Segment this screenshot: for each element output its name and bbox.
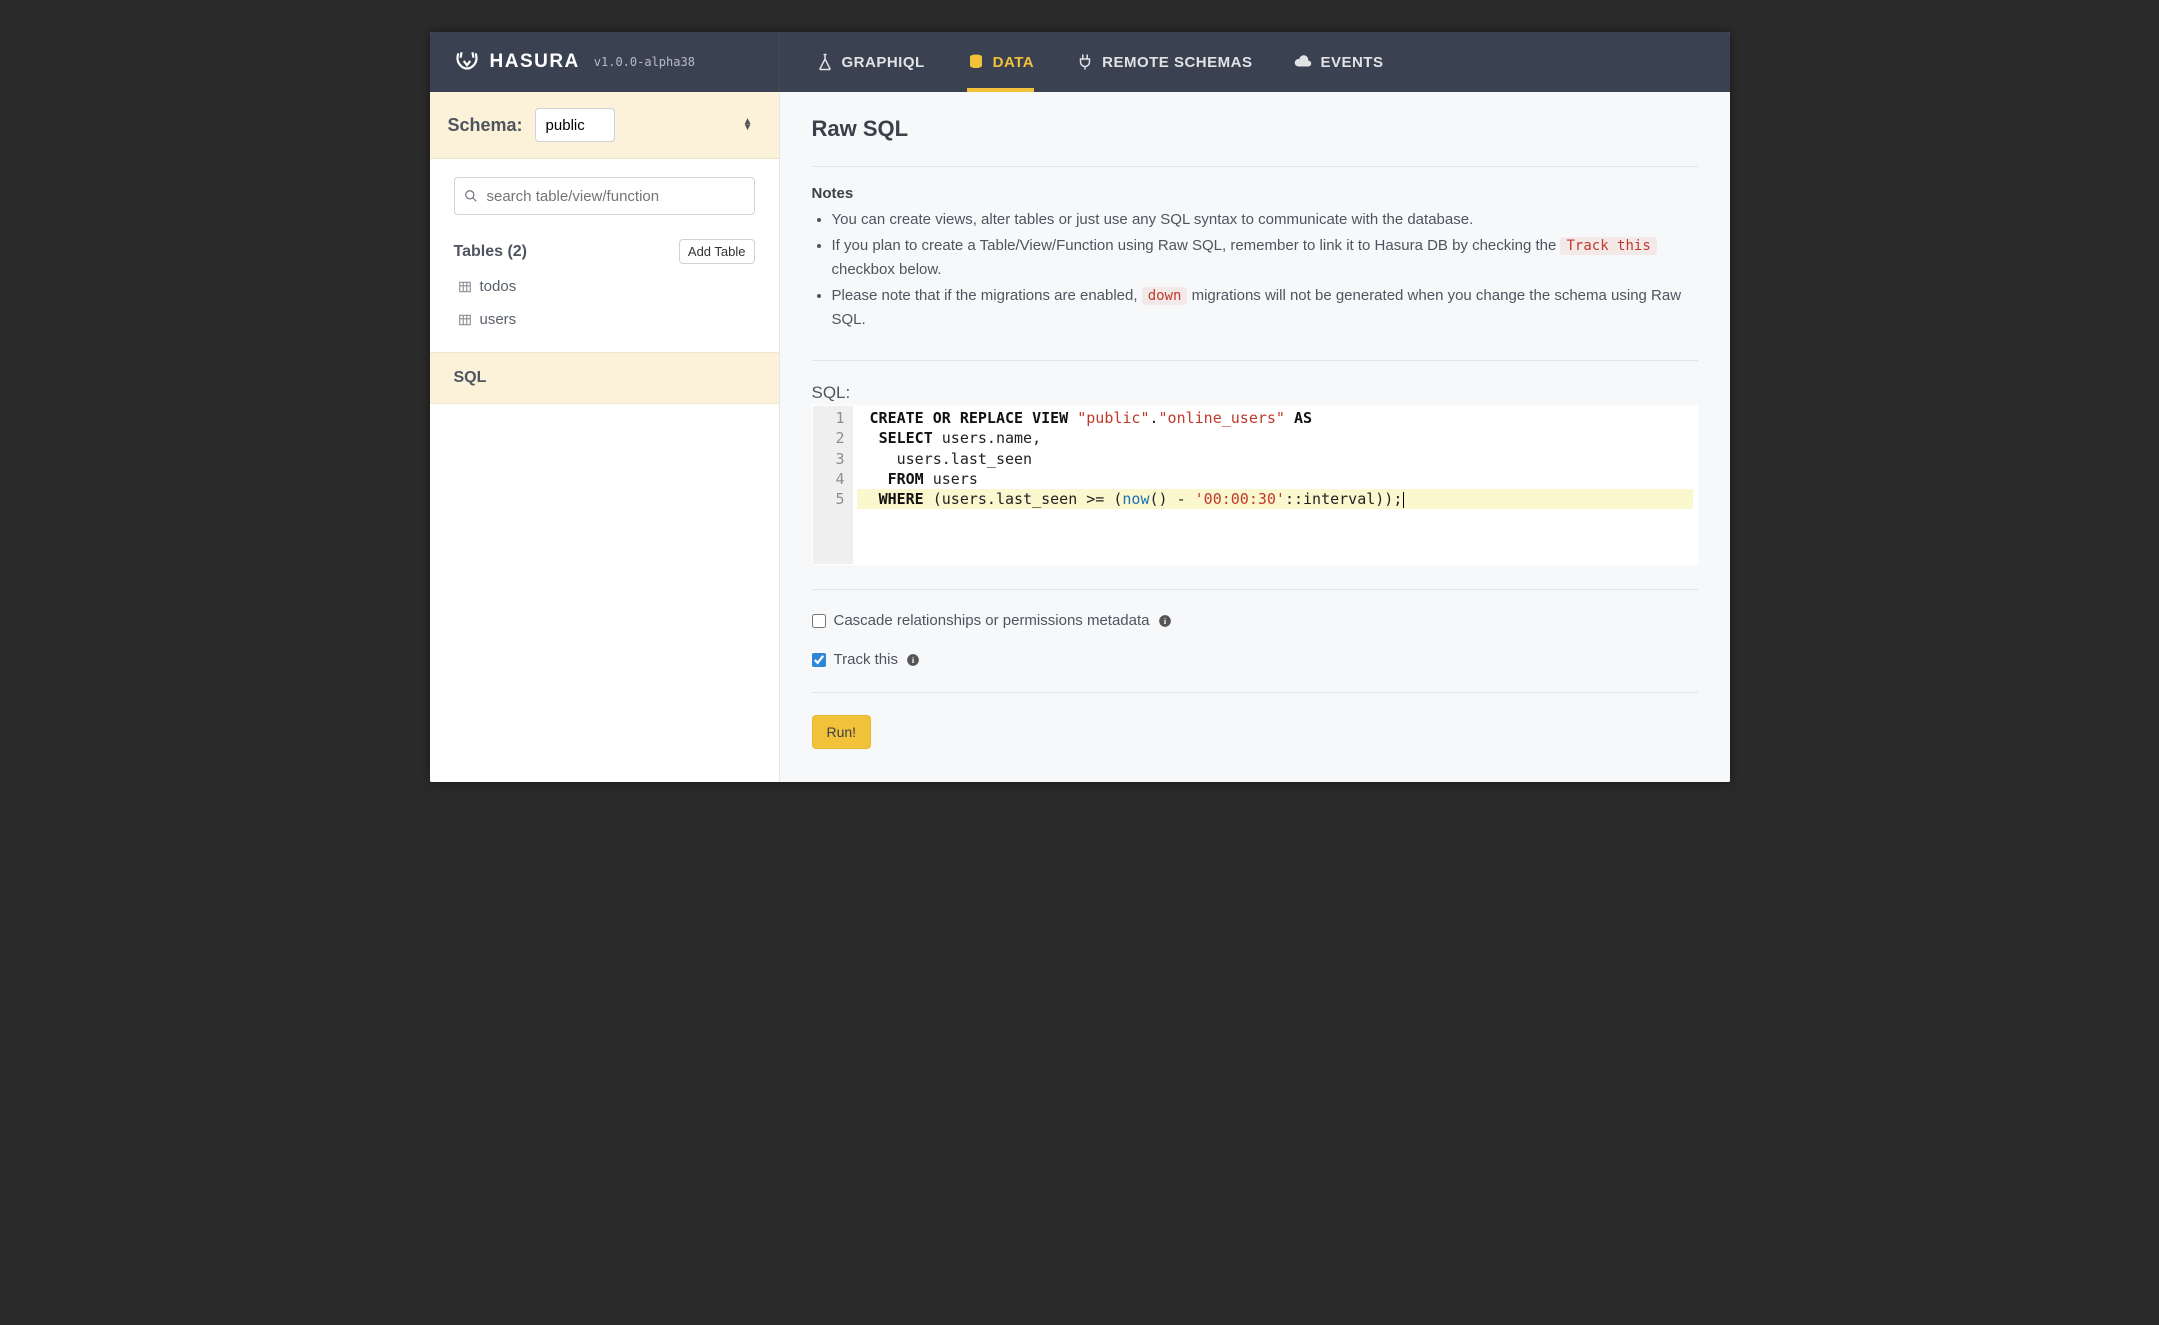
chevron-updown-icon: ▲▼ (743, 119, 753, 131)
info-icon[interactable]: i (1158, 614, 1172, 628)
sql-label: SQL: (812, 383, 1698, 403)
tab-label: REMOTE SCHEMAS (1102, 54, 1252, 71)
plug-icon (1076, 53, 1094, 71)
app-window: HASURA v1.0.0-alpha38 GRAPHIQL DATA (430, 32, 1730, 782)
table-item-todos[interactable]: todos (430, 270, 779, 303)
run-button[interactable]: Run! (812, 715, 872, 749)
schema-label: Schema: (448, 115, 523, 136)
table-name: users (480, 311, 517, 328)
notes-title: Notes (812, 185, 1698, 202)
search-icon (464, 189, 478, 203)
brand: HASURA v1.0.0-alpha38 (430, 32, 780, 92)
tab-label: GRAPHIQL (842, 54, 925, 71)
code-chip: Track this (1560, 237, 1656, 255)
code-chip: down (1142, 287, 1188, 305)
track-label: Track this (834, 651, 898, 668)
brand-name: HASURA (490, 51, 580, 73)
tables-title: Tables (2) (454, 243, 528, 261)
run-section: Run! (812, 692, 1698, 749)
table-icon (458, 280, 472, 294)
cascade-option: Cascade relationships or permissions met… (812, 612, 1698, 629)
cloud-icon (1294, 53, 1312, 71)
tab-graphiql[interactable]: GRAPHIQL (816, 32, 925, 92)
body: Schema: public ▲▼ Tables (2) (430, 92, 1730, 782)
schema-select[interactable]: public (535, 108, 615, 142)
tab-data[interactable]: DATA (967, 32, 1034, 92)
sql-section: SQL: 1 2 3 4 5 CREATE OR REPLACE VIEW "p… (812, 360, 1698, 565)
sidebar-search-area (430, 159, 779, 225)
add-table-button[interactable]: Add Table (679, 239, 755, 264)
search-input[interactable] (454, 177, 755, 215)
schema-selector-row: Schema: public ▲▼ (430, 92, 779, 159)
tab-label: DATA (993, 54, 1034, 71)
sidebar-sql-nav[interactable]: SQL (430, 352, 779, 404)
brand-version: v1.0.0-alpha38 (594, 55, 695, 69)
note-item: If you plan to create a Table/View/Funct… (832, 234, 1698, 282)
page-title: Raw SQL (812, 116, 1698, 167)
cascade-checkbox[interactable] (812, 614, 826, 628)
note-item: Please note that if the migrations are e… (832, 284, 1698, 332)
table-icon (458, 313, 472, 327)
top-tabs: GRAPHIQL DATA REMOTE SCHEMAS (780, 32, 1420, 92)
tables-header: Tables (2) Add Table (430, 225, 779, 270)
sql-editor[interactable]: 1 2 3 4 5 CREATE OR REPLACE VIEW "public… (812, 405, 1698, 565)
info-icon[interactable]: i (906, 653, 920, 667)
tab-label: EVENTS (1320, 54, 1383, 71)
editor-code[interactable]: CREATE OR REPLACE VIEW "public"."online_… (853, 406, 1697, 564)
notes-section: Notes You can create views, alter tables… (812, 185, 1698, 332)
notes-list: You can create views, alter tables or ju… (812, 208, 1698, 332)
main-content: Raw SQL Notes You can create views, alte… (780, 92, 1730, 782)
table-item-users[interactable]: users (430, 303, 779, 336)
tab-events[interactable]: EVENTS (1294, 32, 1383, 92)
editor-gutter: 1 2 3 4 5 (813, 406, 853, 564)
tab-remote-schemas[interactable]: REMOTE SCHEMAS (1076, 32, 1252, 92)
schema-select-wrap: public ▲▼ (535, 108, 761, 142)
note-item: You can create views, alter tables or ju… (832, 208, 1698, 232)
track-option: Track this i (812, 651, 1698, 668)
track-checkbox[interactable] (812, 653, 826, 667)
flask-icon (816, 53, 834, 71)
table-name: todos (480, 278, 517, 295)
database-icon (967, 53, 985, 71)
topbar: HASURA v1.0.0-alpha38 GRAPHIQL DATA (430, 32, 1730, 92)
options-section: Cascade relationships or permissions met… (812, 589, 1698, 668)
hasura-logo-icon (454, 49, 480, 75)
editor-cursor (1403, 492, 1404, 509)
cascade-label: Cascade relationships or permissions met… (834, 612, 1150, 629)
sidebar: Schema: public ▲▼ Tables (2) (430, 92, 780, 782)
